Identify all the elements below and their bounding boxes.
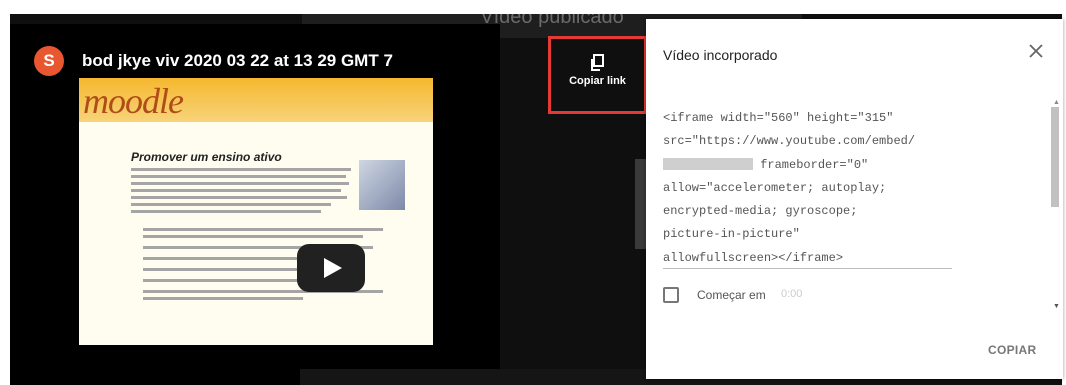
video-thumbnail[interactable]: moodle Promover um ensino ativo: [79, 78, 433, 345]
play-icon[interactable]: [297, 244, 365, 292]
slide-bullet-line: [143, 228, 383, 231]
copy-link-button[interactable]: Copiar link: [548, 36, 647, 114]
embed-dialog: Vídeo incorporado <iframe width="560" he…: [646, 19, 1063, 379]
slide-text-line: [131, 203, 331, 206]
redacted-video-id: [663, 158, 753, 171]
slide-text-line: [131, 168, 351, 171]
slide-text-line: [131, 196, 347, 199]
dialog-title: Vídeo incorporado: [663, 47, 778, 63]
embed-code-line: picture-in-picture": [663, 227, 800, 242]
close-icon[interactable]: [1026, 41, 1046, 61]
channel-avatar[interactable]: S: [34, 46, 64, 76]
embed-code-line: allow="accelerometer; autoplay;: [663, 180, 887, 195]
dialog-scrollbar[interactable]: ▲ ▼: [1049, 99, 1060, 311]
scroll-up-icon[interactable]: ▲: [1053, 99, 1060, 106]
copy-button[interactable]: COPIAR: [988, 343, 1036, 357]
embed-code-line: <iframe width="560" height="315": [663, 111, 894, 125]
video-title[interactable]: bod jkye viv 2020 03 22 at 13 29 GMT 7: [82, 51, 393, 71]
video-player[interactable]: S bod jkye viv 2020 03 22 at 13 29 GMT 7…: [10, 24, 500, 385]
slide-text-line: [131, 175, 346, 178]
embed-code-line: frameborder="0": [760, 157, 869, 172]
slide-bullet-line: [143, 279, 323, 282]
embed-code-line: encrypted-media; gyroscope;: [663, 204, 858, 219]
scroll-thumb[interactable]: [1051, 107, 1059, 207]
moodle-logo: moodle: [83, 81, 184, 121]
textarea-underline: [663, 268, 952, 269]
start-at-label: Começar em: [697, 288, 766, 302]
slide-text-line: [131, 210, 321, 213]
slide-bullet-line: [143, 297, 303, 300]
slide-text-line: [131, 182, 349, 185]
embed-code-textarea[interactable]: <iframe width="560" height="315" src="htt…: [663, 107, 952, 270]
copy-link-label: Copiar link: [569, 75, 626, 87]
slide-text-line: [131, 189, 341, 192]
copy-icon: [590, 54, 604, 71]
start-at-time-input[interactable]: 0:00: [781, 288, 802, 300]
scroll-down-icon[interactable]: ▼: [1053, 303, 1060, 310]
slide-title: Promover um ensino ativo: [131, 150, 282, 164]
slide-illustration: [359, 160, 405, 210]
thumbnail-header: moodle: [79, 78, 433, 122]
embed-code-line: src="https://www.youtube.com/embed/: [663, 134, 916, 149]
embed-code-line: allowfullscreen></iframe>: [663, 250, 844, 265]
start-at-checkbox[interactable]: [663, 287, 679, 303]
slide-bullet-line: [143, 235, 363, 238]
